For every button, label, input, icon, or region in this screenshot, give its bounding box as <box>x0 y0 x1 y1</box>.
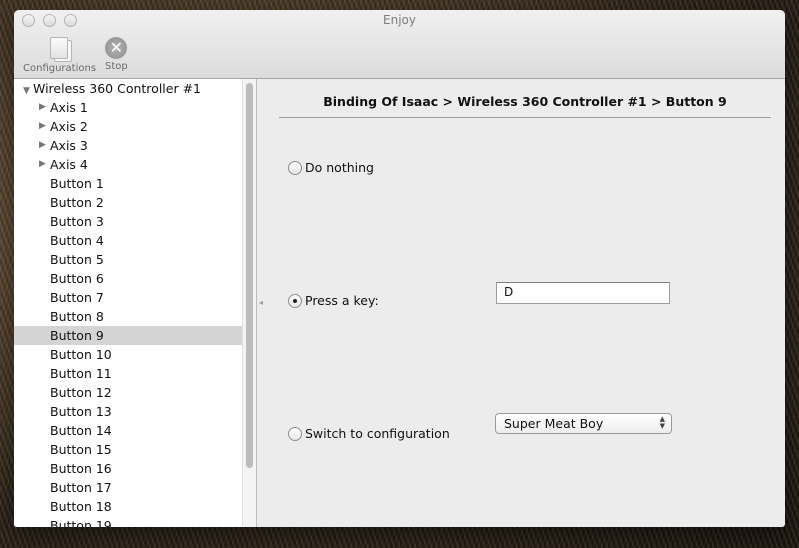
tree-item-label: Button 12 <box>50 385 112 400</box>
switch-config-option[interactable]: Switch to configuration <box>288 426 450 441</box>
tree-item[interactable]: Button 13 <box>14 402 242 421</box>
tree-item[interactable]: Button 14 <box>14 421 242 440</box>
tree-item[interactable]: Button 11 <box>14 364 242 383</box>
tree-item-label: Button 3 <box>50 214 104 229</box>
tree-item-label: Button 17 <box>50 480 112 495</box>
tree-item-label: Button 9 <box>50 328 104 343</box>
tree-item-label: Button 15 <box>50 442 112 457</box>
configurations-label: Configurations <box>23 63 97 74</box>
tree-root-label: Wireless 360 Controller #1 <box>33 81 201 96</box>
tree-item[interactable]: Button 18 <box>14 497 242 516</box>
updown-arrows-icon: ▲ ▼ <box>659 415 665 430</box>
tree-item[interactable]: Button 3 <box>14 212 242 231</box>
disclosure-collapsed-icon[interactable]: ▶ <box>39 155 49 174</box>
stop-button[interactable]: ✕ Stop <box>105 37 128 72</box>
switch-config-label: Switch to configuration <box>305 426 450 441</box>
tree-item[interactable]: Button 1 <box>14 174 242 193</box>
breadcrumb: Binding Of Isaac > Wireless 360 Controll… <box>323 94 727 109</box>
tree-item[interactable]: Button 5 <box>14 250 242 269</box>
disclosure-collapsed-icon[interactable]: ▶ <box>39 136 49 155</box>
switch-config-radio[interactable] <box>288 426 302 441</box>
tree-item[interactable]: Button 4 <box>14 231 242 250</box>
app-window: Enjoy Configurations ✕ Stop ▼ Wireless 36… <box>14 10 785 527</box>
tree-item[interactable]: Button 12 <box>14 383 242 402</box>
tree-root-controller[interactable]: ▼ Wireless 360 Controller #1 <box>14 79 242 98</box>
press-key-radio[interactable] <box>288 293 302 308</box>
documents-icon <box>49 37 72 62</box>
do-nothing-option[interactable]: Do nothing <box>288 160 374 175</box>
tree-item-label: Button 19 <box>50 518 112 527</box>
window-title: Enjoy <box>383 13 416 27</box>
tree-item[interactable]: Button 19 <box>14 516 242 527</box>
tree-item-label: Button 4 <box>50 233 104 248</box>
tree-item[interactable]: Button 6 <box>14 269 242 288</box>
tree-item[interactable]: Button 15 <box>14 440 242 459</box>
header-separator <box>279 117 771 118</box>
configuration-select-value: Super Meat Boy <box>504 416 604 431</box>
tree-item-label: Button 18 <box>50 499 112 514</box>
tree-item[interactable]: Button 2 <box>14 193 242 212</box>
tree-item[interactable]: ▶ Axis 3 <box>14 136 242 155</box>
tree-item-label: Button 5 <box>50 252 104 267</box>
tree-item[interactable]: Button 7 <box>14 288 242 307</box>
disclosure-collapsed-icon[interactable]: ▶ <box>39 117 49 136</box>
press-key-option[interactable]: Press a key: <box>288 293 379 308</box>
configuration-select[interactable]: Super Meat Boy ▲ ▼ <box>495 413 672 434</box>
tree-item-label: Button 2 <box>50 195 104 210</box>
tree-scrollbar[interactable] <box>242 79 257 527</box>
tree-item-label: Axis 1 <box>50 100 88 115</box>
tree-item[interactable]: ▶ Axis 4 <box>14 155 242 174</box>
press-key-label: Press a key: <box>305 293 379 308</box>
binding-panel: Binding Of Isaac > Wireless 360 Controll… <box>257 79 785 527</box>
tree-item[interactable]: Button 16 <box>14 459 242 478</box>
disclosure-collapsed-icon[interactable]: ▶ <box>39 98 49 117</box>
tree-item-label: Button 16 <box>50 461 112 476</box>
tree-item[interactable]: ▶ Axis 2 <box>14 117 242 136</box>
tree-item-label: Button 14 <box>50 423 112 438</box>
title-bar: Enjoy Configurations ✕ Stop <box>14 10 785 79</box>
configurations-button[interactable]: Configurations <box>23 37 96 74</box>
tree-item-label: Button 1 <box>50 176 104 191</box>
stop-label: Stop <box>105 61 128 72</box>
tree-item[interactable]: Button 8 <box>14 307 242 326</box>
tree-item[interactable]: ▶ Axis 1 <box>14 98 242 117</box>
key-input[interactable]: D <box>496 282 670 304</box>
tree-item-label: Axis 3 <box>50 138 88 153</box>
tree-item-label: Button 7 <box>50 290 104 305</box>
tree-item-label: Button 10 <box>50 347 112 362</box>
tree-item-label: Button 8 <box>50 309 104 324</box>
tree-item-label: Axis 4 <box>50 157 88 172</box>
tree-item-label: Button 11 <box>50 366 112 381</box>
tree-item-label: Button 13 <box>50 404 112 419</box>
tree-item-label: Button 6 <box>50 271 104 286</box>
tree-item[interactable]: Button 9 <box>14 326 242 345</box>
do-nothing-label: Do nothing <box>305 160 374 175</box>
tree-item[interactable]: Button 10 <box>14 345 242 364</box>
scrollbar-thumb[interactable] <box>246 83 253 468</box>
tree-item[interactable]: Button 17 <box>14 478 242 497</box>
do-nothing-radio[interactable] <box>288 160 302 175</box>
controller-tree: ▼ Wireless 360 Controller #1 ▶ Axis 1 ▶ Axis… <box>14 79 242 527</box>
tree-item-label: Axis 2 <box>50 119 88 134</box>
stop-x-icon: ✕ <box>105 37 128 59</box>
